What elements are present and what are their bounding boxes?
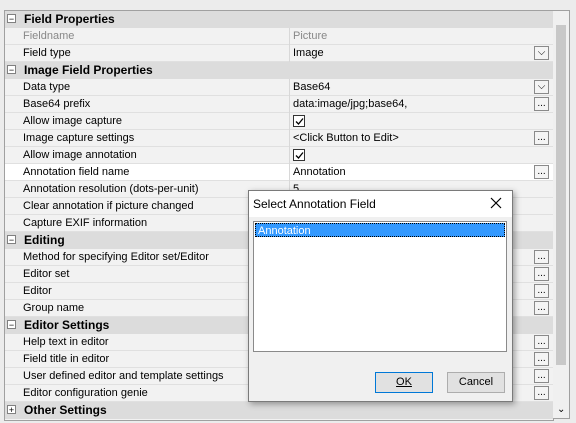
ok-button-label: OK xyxy=(396,376,412,388)
property-row[interactable]: Allow image annotation xyxy=(5,147,553,164)
ellipsis-icon[interactable]: ... xyxy=(534,267,549,281)
chevron-down-icon[interactable]: ⌵ xyxy=(534,80,549,94)
property-name: Annotation field name xyxy=(23,166,130,178)
ellipsis-icon[interactable]: ... xyxy=(534,352,549,366)
dialog-titlebar: Select Annotation Field xyxy=(249,191,512,217)
column-divider xyxy=(289,113,290,130)
property-row[interactable]: Annotation field name Annotation... xyxy=(5,164,553,181)
ellipsis-icon[interactable]: ... xyxy=(534,165,549,179)
list-item[interactable]: Annotation xyxy=(255,223,505,237)
expand-icon[interactable]: + xyxy=(7,405,16,415)
property-name: Field type xyxy=(23,47,71,59)
ellipsis-icon[interactable]: ... xyxy=(534,335,549,349)
category-row[interactable]: + Other Settings xyxy=(5,402,553,419)
property-row[interactable]: Data type Base64 ⌵ xyxy=(5,79,553,96)
category-label: Editor Settings xyxy=(24,318,110,332)
property-value[interactable]: <Click Button to Edit> xyxy=(293,130,533,147)
category-label: Image Field Properties xyxy=(24,63,153,77)
ellipsis-icon[interactable]: ... xyxy=(534,369,549,383)
checkmark-icon[interactable] xyxy=(293,149,305,161)
category-row[interactable]: − Field Properties xyxy=(5,11,553,28)
dialog-title: Select Annotation Field xyxy=(253,197,376,211)
column-divider xyxy=(289,28,290,45)
property-row[interactable]: Fieldname Picture xyxy=(5,28,553,45)
column-divider xyxy=(289,79,290,96)
collapse-icon[interactable]: − xyxy=(7,14,16,24)
property-name: Base64 prefix xyxy=(23,98,91,110)
property-name: Allow image annotation xyxy=(23,149,137,161)
ellipsis-icon[interactable]: ... xyxy=(534,284,549,298)
ellipsis-icon[interactable]: ... xyxy=(534,301,549,315)
property-name: Data type xyxy=(23,81,71,93)
select-annotation-field-dialog: Select Annotation Field Annotation OK Ca… xyxy=(248,190,513,402)
property-value[interactable]: Picture xyxy=(293,28,533,45)
collapse-icon[interactable]: − xyxy=(7,320,16,330)
ok-button[interactable]: OK xyxy=(375,372,433,393)
field-list[interactable]: Annotation xyxy=(253,221,507,352)
property-value[interactable]: Base64 xyxy=(293,79,533,96)
column-divider xyxy=(289,147,290,164)
category-label: Editing xyxy=(24,233,65,247)
ellipsis-icon[interactable]: ... xyxy=(534,131,549,145)
property-row[interactable]: Allow image capture xyxy=(5,113,553,130)
property-name: Fieldname xyxy=(23,30,75,42)
column-divider xyxy=(289,164,290,181)
property-row[interactable]: Base64 prefix data:image/jpg;base64,... xyxy=(5,96,553,113)
column-divider xyxy=(289,96,290,113)
property-row[interactable]: Field type Image ⌵ xyxy=(5,45,553,62)
ellipsis-icon[interactable]: ... xyxy=(534,97,549,111)
scrollbar-thumb[interactable] xyxy=(556,25,566,365)
ellipsis-icon[interactable]: ... xyxy=(534,386,549,400)
property-name: Image capture settings xyxy=(23,132,135,144)
cancel-button[interactable]: Cancel xyxy=(447,372,505,393)
column-divider xyxy=(289,45,290,62)
collapse-icon[interactable]: − xyxy=(7,65,16,75)
category-label: Other Settings xyxy=(24,403,107,417)
chevron-down-icon[interactable]: ⌵ xyxy=(534,46,549,60)
column-divider xyxy=(289,130,290,147)
property-name: Allow image capture xyxy=(23,115,123,127)
vertical-scrollbar[interactable]: ⌄ xyxy=(553,10,570,419)
scroll-down-icon[interactable]: ⌄ xyxy=(557,405,565,415)
property-value[interactable]: Annotation xyxy=(293,164,533,181)
category-row[interactable]: − Image Field Properties xyxy=(5,62,553,79)
property-value[interactable]: Image xyxy=(293,45,533,62)
close-icon[interactable] xyxy=(488,195,504,211)
property-row[interactable]: Image capture settings <Click Button to E… xyxy=(5,130,553,147)
property-value[interactable]: data:image/jpg;base64, xyxy=(293,96,533,113)
checkmark-icon[interactable] xyxy=(293,115,305,127)
category-label: Field Properties xyxy=(24,12,115,26)
ellipsis-icon[interactable]: ... xyxy=(534,250,549,264)
collapse-icon[interactable]: − xyxy=(7,235,16,245)
